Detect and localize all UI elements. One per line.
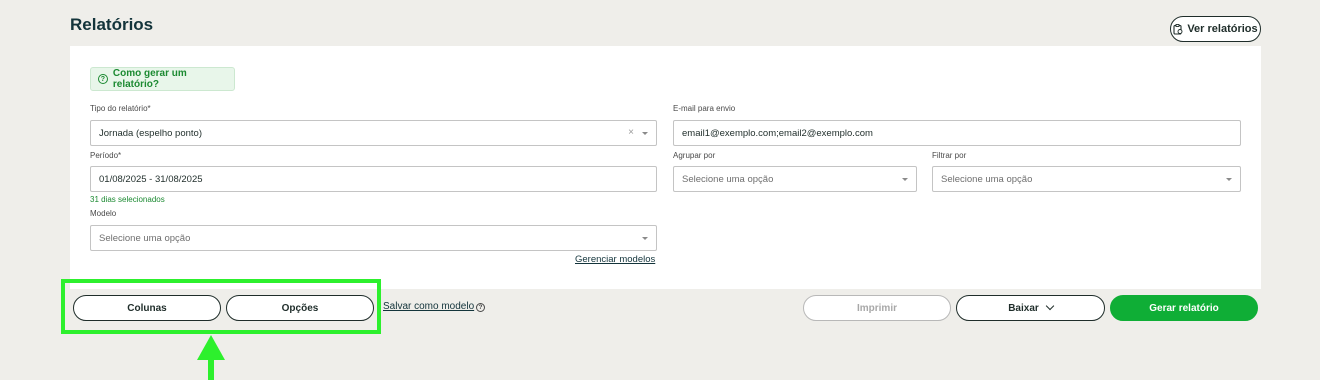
chevron-down-icon	[902, 178, 908, 181]
report-form-card: ? Como gerar um relatório? Tipo do relat…	[70, 46, 1261, 289]
report-type-label: Tipo do relatório*	[90, 104, 151, 113]
save-as-model-link[interactable]: Salvar como modelo	[383, 301, 474, 312]
view-reports-button[interactable]: Ver relatórios	[1170, 16, 1261, 42]
email-value: email1@exemplo.com;email2@exemplo.com	[682, 127, 873, 139]
chevron-down-icon	[1045, 301, 1055, 311]
period-value: 01/08/2025 - 31/08/2025	[99, 173, 203, 185]
group-by-placeholder: Selecione uma opção	[682, 173, 774, 185]
annotation-highlight-box	[61, 279, 381, 334]
chevron-down-icon	[642, 237, 648, 240]
question-circle-icon: ?	[98, 74, 108, 84]
report-type-value: Jornada (espelho ponto)	[99, 127, 202, 139]
manage-models-link[interactable]: Gerenciar modelos	[575, 254, 655, 265]
annotation-arrow-icon	[197, 335, 225, 380]
model-placeholder: Selecione uma opção	[99, 232, 191, 244]
filter-by-select[interactable]: Selecione uma opção	[932, 166, 1241, 192]
model-select[interactable]: Selecione uma opção	[90, 225, 657, 251]
chevron-down-icon	[1226, 178, 1232, 181]
question-circle-icon[interactable]: ?	[476, 303, 485, 312]
group-by-select[interactable]: Selecione uma opção	[673, 166, 917, 192]
view-reports-label: Ver relatórios	[1187, 23, 1258, 35]
period-hint: 31 dias selecionados	[90, 195, 165, 204]
download-button[interactable]: Baixar	[956, 295, 1105, 321]
generate-report-button[interactable]: Gerar relatório	[1110, 295, 1258, 321]
filter-by-placeholder: Selecione uma opção	[941, 173, 1033, 185]
group-by-label: Agrupar por	[673, 151, 716, 160]
page-title: Relatórios	[70, 15, 154, 34]
email-label: E-mail para envio	[673, 104, 736, 113]
model-label: Modelo	[90, 209, 117, 218]
help-label: Como gerar um relatório?	[112, 68, 187, 90]
chevron-down-icon	[642, 132, 648, 135]
download-label: Baixar	[1008, 302, 1039, 314]
how-to-generate-help-link[interactable]: ? Como gerar um relatório?	[90, 67, 235, 91]
print-button[interactable]: Imprimir	[803, 295, 951, 321]
clipboard-icon	[1173, 23, 1183, 35]
period-label: Período*	[90, 151, 122, 160]
period-field[interactable]: 01/08/2025 - 31/08/2025	[90, 166, 657, 192]
report-type-select[interactable]: Jornada (espelho ponto) ×	[90, 120, 657, 146]
clear-icon[interactable]: ×	[628, 127, 634, 138]
filter-by-label: Filtrar por	[932, 151, 967, 160]
email-field[interactable]: email1@exemplo.com;email2@exemplo.com	[673, 120, 1241, 146]
